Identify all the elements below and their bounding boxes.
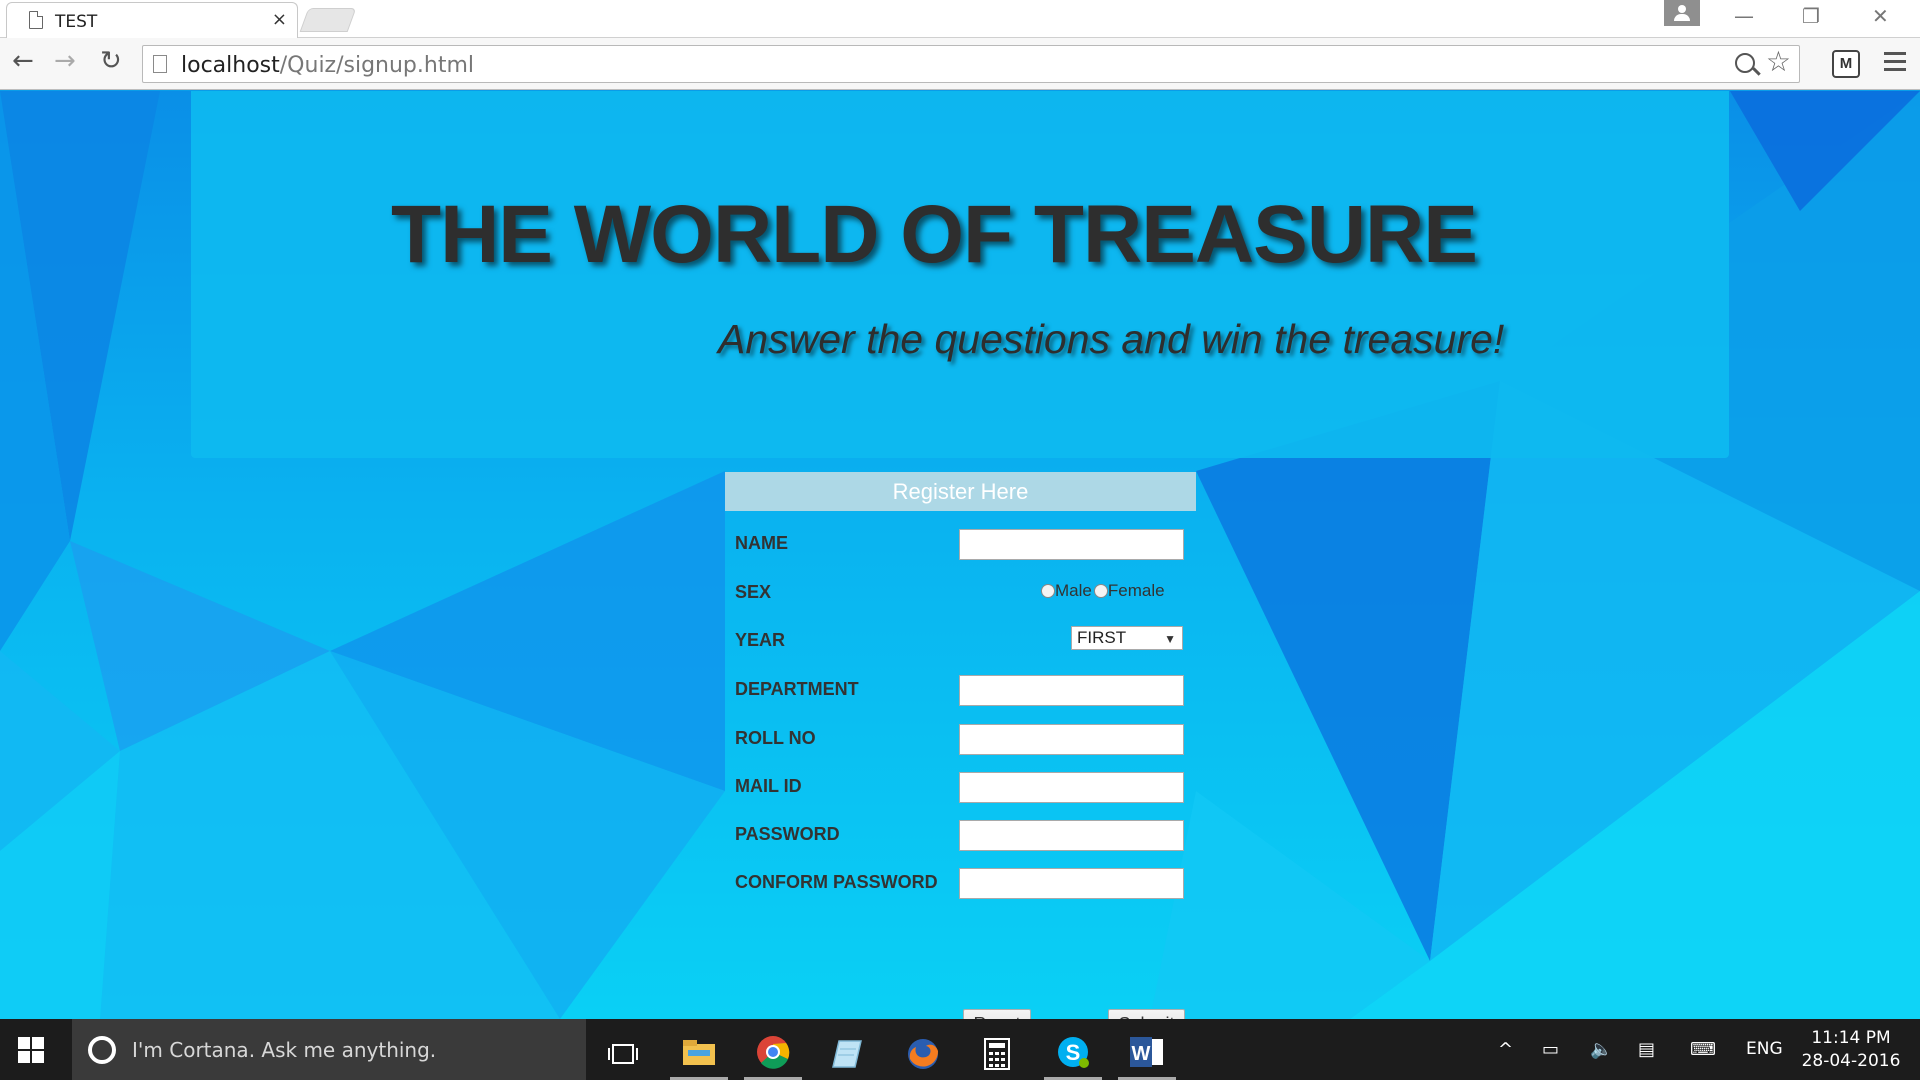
- department-input[interactable]: [959, 675, 1184, 706]
- browser-toolbar: ← → ↻ localhost/Quiz/signup.html ☆ M: [0, 38, 1920, 90]
- name-input[interactable]: [959, 529, 1184, 560]
- clock-date: 28-04-2016: [1801, 1051, 1901, 1071]
- new-tab-button[interactable]: [299, 8, 357, 32]
- mail-id-label: MAIL ID: [735, 776, 802, 796]
- url-host: localhost: [181, 53, 280, 78]
- browser-tab[interactable]: TEST ×: [6, 2, 298, 38]
- confirm-password-label: CONFORM PASSWORD: [735, 872, 938, 892]
- roll-no-input[interactable]: [959, 724, 1184, 755]
- back-arrow-icon[interactable]: ←: [12, 48, 34, 74]
- url-path: /Quiz/signup.html: [279, 53, 475, 78]
- roll-no-row: ROLL NO: [725, 724, 1196, 758]
- department-label: DEPARTMENT: [735, 679, 859, 699]
- keyboard-icon[interactable]: ⌨: [1690, 1039, 1716, 1060]
- window-close-icon[interactable]: ✕: [1872, 4, 1889, 28]
- minimize-icon[interactable]: —: [1734, 4, 1754, 28]
- browser-tabbar: TEST × — ❐ ✕: [0, 0, 1920, 38]
- cortana-search-box[interactable]: I'm Cortana. Ask me anything.: [72, 1019, 586, 1080]
- confirm-password-input[interactable]: [959, 868, 1184, 899]
- mail-id-row: MAIL ID: [725, 772, 1196, 806]
- reset-button[interactable]: Reset: [963, 1009, 1031, 1019]
- extension-icon[interactable]: M: [1832, 50, 1860, 78]
- file-explorer-icon[interactable]: [670, 1027, 728, 1080]
- calculator-icon[interactable]: [968, 1027, 1026, 1080]
- page-info-icon[interactable]: [153, 55, 167, 73]
- restore-icon[interactable]: ❐: [1802, 4, 1820, 28]
- sex-row: SEX Male Female: [725, 578, 1196, 612]
- clock-time: 11:14 PM: [1811, 1028, 1891, 1048]
- action-center-icon[interactable]: ▤: [1638, 1039, 1655, 1060]
- url-text[interactable]: localhost/Quiz/signup.html: [181, 53, 474, 78]
- roll-no-label: ROLL NO: [735, 728, 816, 748]
- password-row: PASSWORD: [725, 820, 1196, 854]
- register-form: Register Here NAME SEX Male Female YEAR …: [725, 472, 1196, 1019]
- year-select[interactable]: FIRST ▼: [1071, 626, 1183, 650]
- chrome-icon[interactable]: [744, 1027, 802, 1080]
- svg-text:S: S: [1066, 1040, 1081, 1065]
- submit-button[interactable]: Submit: [1108, 1009, 1185, 1019]
- windows-taskbar: I'm Cortana. Ask me anything. S W ^ ▭ 🔈 …: [0, 1019, 1920, 1080]
- name-label: NAME: [735, 533, 788, 553]
- page-content: THE WORLD OF TREASURE Answer the questio…: [0, 91, 1920, 1019]
- female-label: Female: [1107, 581, 1165, 600]
- cortana-icon: [88, 1036, 116, 1064]
- name-row: NAME: [725, 529, 1196, 563]
- forward-arrow-icon[interactable]: →: [54, 48, 76, 74]
- tray-chevron-up-icon[interactable]: ^: [1498, 1039, 1513, 1060]
- language-indicator[interactable]: ENG: [1746, 1039, 1783, 1059]
- profile-icon[interactable]: [1664, 0, 1700, 26]
- firefox-icon[interactable]: [894, 1027, 952, 1080]
- page-document-icon: [29, 11, 43, 29]
- department-row: DEPARTMENT: [725, 675, 1196, 709]
- password-label: PASSWORD: [735, 824, 840, 844]
- word-icon[interactable]: W: [1118, 1027, 1176, 1080]
- sex-label: SEX: [735, 582, 772, 602]
- page-subtitle: Answer the questions and win the treasur…: [718, 316, 1505, 362]
- svg-text:W: W: [1132, 1043, 1151, 1065]
- year-selected-value: FIRST: [1077, 628, 1127, 647]
- volume-icon[interactable]: 🔈: [1590, 1039, 1612, 1060]
- task-view-icon[interactable]: [594, 1027, 652, 1080]
- system-clock[interactable]: 11:14 PM 28-04-2016: [1796, 1027, 1906, 1073]
- windows-start-icon[interactable]: [18, 1037, 46, 1063]
- battery-icon[interactable]: ▭: [1542, 1039, 1559, 1060]
- year-row: YEAR FIRST ▼: [725, 626, 1196, 660]
- mail-id-input[interactable]: [959, 772, 1184, 803]
- password-input[interactable]: [959, 820, 1184, 851]
- cortana-placeholder: I'm Cortana. Ask me anything.: [132, 1038, 437, 1062]
- chrome-menu-icon[interactable]: [1884, 52, 1906, 74]
- year-label: YEAR: [735, 630, 786, 650]
- male-radio[interactable]: [1041, 584, 1055, 598]
- form-header: Register Here: [725, 472, 1196, 511]
- bookmark-star-icon[interactable]: ☆: [1766, 48, 1791, 76]
- dropdown-arrow-icon: ▼: [1164, 632, 1176, 646]
- reload-icon[interactable]: ↻: [100, 48, 122, 74]
- page-title: THE WORLD OF TREASURE: [391, 189, 1478, 280]
- confirm-password-row: CONFORM PASSWORD: [725, 868, 1196, 902]
- tab-title: TEST: [55, 12, 98, 32]
- zoom-icon[interactable]: [1735, 53, 1755, 73]
- notepad-icon[interactable]: [818, 1027, 876, 1080]
- sex-radio-group: Male Female: [1041, 581, 1167, 601]
- tab-close-icon[interactable]: ×: [272, 9, 287, 30]
- hero-banner: THE WORLD OF TREASURE Answer the questio…: [191, 91, 1729, 458]
- male-label: Male: [1055, 581, 1092, 600]
- skype-icon[interactable]: S: [1044, 1027, 1102, 1080]
- female-radio[interactable]: [1093, 584, 1108, 598]
- address-bar[interactable]: localhost/Quiz/signup.html ☆: [142, 45, 1800, 83]
